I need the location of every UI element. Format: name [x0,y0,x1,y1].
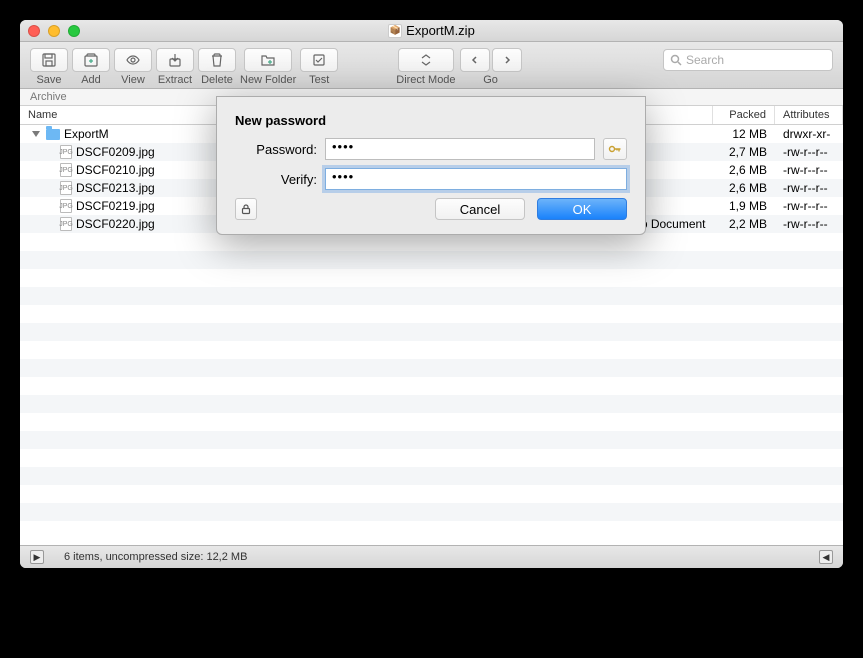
file-packed: 2,7 MB [713,145,775,159]
add-button[interactable] [72,48,110,72]
extract-button[interactable] [156,48,194,72]
file-packed: 2,6 MB [713,163,775,177]
status-left-button[interactable]: ▶ [30,550,44,564]
lock-button[interactable] [235,198,257,220]
go-back-button[interactable] [460,48,490,72]
jpg-file-icon: JPG [60,217,72,231]
save-label: Save [36,74,61,86]
window-title: ExportM.zip [406,23,475,38]
folder-name: ExportM [64,127,109,141]
folder-icon [46,129,60,140]
column-attributes[interactable]: Attributes [775,106,843,124]
test-button[interactable] [300,48,338,72]
direct-mode-button[interactable] [398,48,454,72]
file-attributes: -rw-r--r-- [775,199,843,213]
status-text: 6 items, uncompressed size: 12,2 MB [64,551,247,563]
add-label: Add [81,74,101,86]
file-name: DSCF0210.jpg [76,163,155,177]
file-packed: 2,2 MB [713,217,775,231]
view-button[interactable] [114,48,152,72]
ok-button[interactable]: OK [537,198,627,220]
save-button[interactable] [30,48,68,72]
delete-button[interactable] [198,48,236,72]
search-input[interactable]: Search [663,49,833,71]
file-attributes: -rw-r--r-- [775,217,843,231]
delete-label: Delete [201,74,233,86]
file-name: DSCF0213.jpg [76,181,155,195]
verify-label: Verify: [235,172,317,187]
jpg-file-icon: JPG [60,163,72,177]
zoom-window-button[interactable] [68,25,80,37]
column-packed[interactable]: Packed [713,106,775,124]
test-label: Test [309,74,329,86]
view-label: View [121,74,145,86]
password-label: Password: [235,142,317,157]
folder-attributes: drwxr-xr- [775,127,843,141]
file-attributes: -rw-r--r-- [775,145,843,159]
key-button[interactable] [603,138,627,160]
file-attributes: -rw-r--r-- [775,163,843,177]
password-input[interactable]: •••• [325,138,595,160]
folder-packed: 12 MB [713,127,775,141]
file-packed: 1,9 MB [713,199,775,213]
direct-mode-label: Direct Mode [396,74,455,86]
status-bar: ▶ 6 items, uncompressed size: 12,2 MB ◀ [20,545,843,568]
disclosure-triangle-icon[interactable] [32,131,40,137]
jpg-file-icon: JPG [60,199,72,213]
key-icon [608,142,622,156]
titlebar: 📦 ExportM.zip [20,20,843,42]
toolbar: Save Add View Extract Delete New Folder … [20,42,843,89]
dialog-title: New password [235,113,627,128]
password-dialog: New password Password: •••• Verify: ••••… [216,96,646,235]
file-name: DSCF0220.jpg [76,217,155,231]
cancel-button[interactable]: Cancel [435,198,525,220]
file-name: DSCF0219.jpg [76,199,155,213]
file-attributes: -rw-r--r-- [775,181,843,195]
status-right-button[interactable]: ◀ [819,550,833,564]
jpg-file-icon: JPG [60,181,72,195]
new-folder-label: New Folder [240,74,296,86]
go-label: Go [483,74,498,86]
archive-icon: 📦 [388,24,402,38]
close-window-button[interactable] [28,25,40,37]
search-icon [670,54,682,66]
extract-label: Extract [158,74,192,86]
search-placeholder: Search [686,53,724,67]
file-packed: 2,6 MB [713,181,775,195]
jpg-file-icon: JPG [60,145,72,159]
go-forward-button[interactable] [492,48,522,72]
new-folder-button[interactable] [244,48,292,72]
minimize-window-button[interactable] [48,25,60,37]
file-name: DSCF0209.jpg [76,145,155,159]
main-window: 📦 ExportM.zip Save Add View Extract Dele… [20,20,843,568]
lock-icon [240,203,252,215]
verify-input[interactable]: •••• [325,168,627,190]
